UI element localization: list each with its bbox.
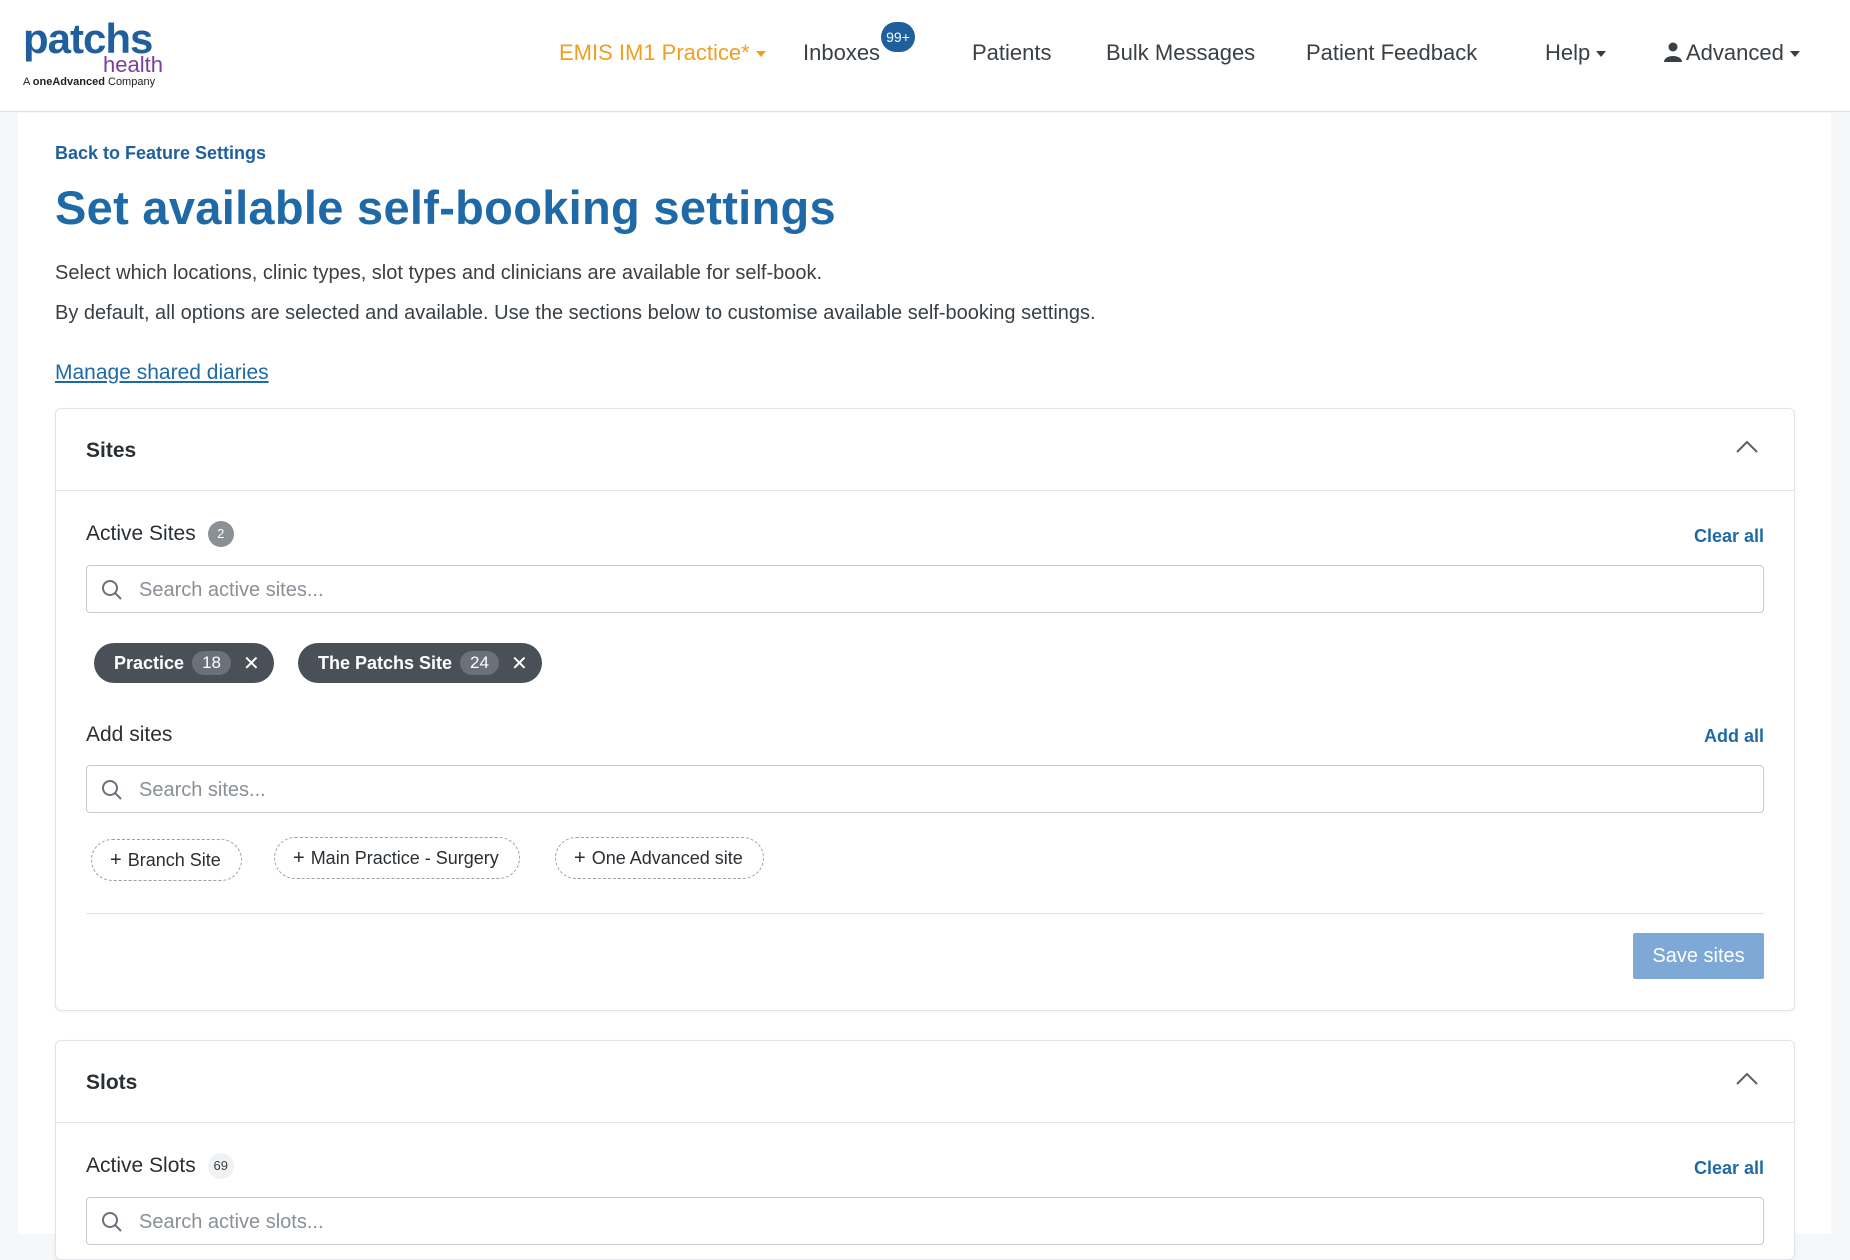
nav-help-dropdown[interactable]: Help bbox=[1545, 40, 1607, 66]
search-icon bbox=[102, 1212, 122, 1232]
sites-title: Sites bbox=[86, 439, 137, 462]
sites-card: Sites Active Sites2 Clear all Practice18… bbox=[55, 408, 1795, 1011]
add-site-chip[interactable]: + One Advanced site bbox=[555, 837, 764, 879]
nav-patient-feedback[interactable]: Patient Feedback bbox=[1306, 40, 1477, 66]
page-description: Select which locations, clinic types, sl… bbox=[55, 262, 823, 284]
nav-user-label: Advanced bbox=[1686, 40, 1784, 65]
active-slots-count-badge: 69 bbox=[207, 1153, 234, 1179]
plus-icon: + bbox=[293, 846, 305, 869]
sites-card-header[interactable]: Sites bbox=[56, 409, 1794, 491]
divider bbox=[86, 913, 1764, 914]
site-slot-count: 24 bbox=[460, 651, 499, 675]
add-all-sites-link[interactable]: Add all bbox=[1704, 726, 1764, 747]
back-to-feature-settings-link[interactable]: Back to Feature Settings bbox=[55, 143, 266, 164]
slots-title: Slots bbox=[86, 1071, 138, 1094]
nav-user-dropdown[interactable]: Advanced bbox=[1664, 40, 1800, 66]
active-slots-search[interactable] bbox=[86, 1197, 1764, 1246]
nav-patients[interactable]: Patients bbox=[972, 40, 1052, 66]
caret-down-icon bbox=[1789, 51, 1800, 58]
patchs-logo[interactable]: patchs health A oneAdvanced Company bbox=[23, 18, 163, 92]
site-slot-count: 18 bbox=[192, 651, 231, 675]
add-site-chip[interactable]: + Main Practice - Surgery bbox=[274, 837, 520, 879]
nav-practice-dropdown[interactable]: EMIS IM1 Practice* bbox=[559, 40, 766, 66]
nav-practice-label: EMIS IM1 Practice* bbox=[559, 40, 750, 65]
add-sites-search[interactable] bbox=[86, 765, 1764, 814]
chevron-up-icon[interactable] bbox=[1736, 439, 1758, 453]
slots-card: Slots Active Slots 69 Clear all bbox=[55, 1040, 1795, 1260]
plus-icon: + bbox=[574, 846, 586, 869]
active-sites-label: Active Sites 2 bbox=[86, 521, 234, 547]
page-title: Set available self-booking settings bbox=[55, 181, 836, 234]
user-icon bbox=[1664, 42, 1682, 62]
chevron-up-icon[interactable] bbox=[1736, 1071, 1758, 1085]
save-sites-button[interactable]: Save sites bbox=[1633, 933, 1764, 979]
add-sites-search-input[interactable] bbox=[137, 766, 1741, 814]
active-sites-count-badge: 2 bbox=[207, 521, 234, 547]
active-slots-label: Active Slots 69 bbox=[86, 1153, 234, 1179]
caret-down-icon bbox=[1596, 51, 1607, 58]
active-sites-search[interactable] bbox=[86, 565, 1764, 614]
logo-company: A oneAdvanced Company bbox=[23, 76, 156, 88]
plus-icon: + bbox=[110, 848, 122, 871]
close-icon[interactable]: ✕ bbox=[511, 651, 528, 676]
manage-shared-diaries-link[interactable]: Manage shared diaries bbox=[55, 361, 269, 385]
close-icon[interactable]: ✕ bbox=[243, 651, 260, 676]
clear-all-slots-link[interactable]: Clear all bbox=[1694, 1158, 1764, 1179]
add-site-chip[interactable]: + Branch Site bbox=[91, 839, 242, 881]
nav-inboxes[interactable]: Inboxes bbox=[803, 40, 880, 66]
active-sites-search-input[interactable] bbox=[137, 566, 1741, 614]
search-icon bbox=[102, 580, 122, 600]
search-icon bbox=[102, 780, 122, 800]
active-site-chip: The Patchs Site 24 ✕ bbox=[298, 643, 542, 683]
caret-down-icon bbox=[755, 51, 766, 58]
add-sites-label: Add sites bbox=[86, 723, 173, 746]
nav-help-label: Help bbox=[1545, 40, 1591, 65]
slots-card-header[interactable]: Slots bbox=[56, 1041, 1794, 1123]
logo-sub: health bbox=[103, 52, 163, 77]
nav-bulk-messages[interactable]: Bulk Messages bbox=[1106, 40, 1255, 66]
active-slots-search-input[interactable] bbox=[137, 1198, 1741, 1246]
active-site-chip: Practice 18 ✕ bbox=[94, 643, 274, 683]
clear-all-sites-link[interactable]: Clear all bbox=[1694, 526, 1764, 547]
inboxes-count-badge: 99+ bbox=[881, 22, 915, 52]
page-description-default: By default, all options are selected and… bbox=[55, 302, 1096, 324]
top-navbar: patchs health A oneAdvanced Company EMIS… bbox=[0, 0, 1850, 112]
